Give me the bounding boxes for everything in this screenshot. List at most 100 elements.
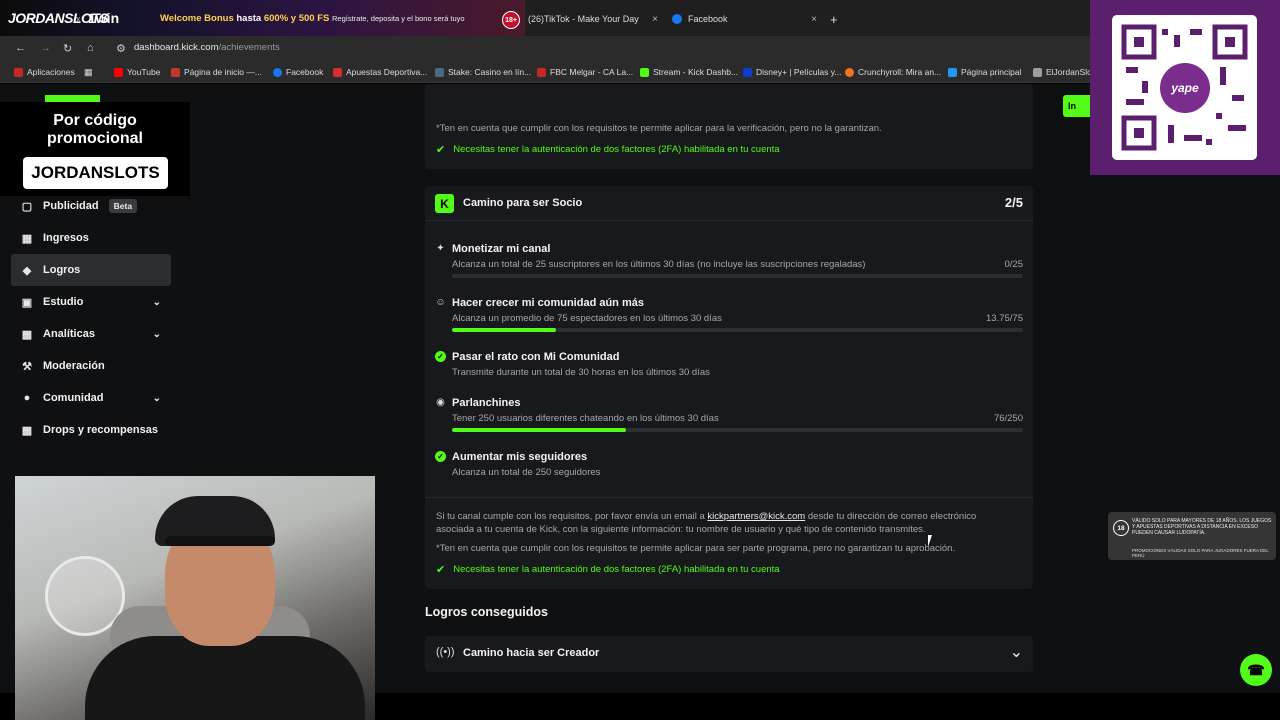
sidebar-item-logros[interactable]: ◆ Logros [11, 254, 171, 286]
sidebar-item-moderacion[interactable]: ⚒ Moderación [11, 350, 171, 382]
chevron-down-icon[interactable]: ⌄ [153, 329, 161, 340]
bookmarks-bar: Aplicaciones ▦ YouTube Página de inicio … [0, 61, 1098, 83]
crunchyroll-icon [845, 67, 854, 77]
trophy-icon: ◆ [22, 264, 32, 277]
card-divider [425, 497, 1033, 498]
headset-icon: ☎ [1247, 661, 1265, 678]
facebook-icon [672, 14, 682, 24]
home-icon[interactable]: ⌂ [87, 42, 94, 54]
sidebar-item-label: Drops y recompensas [43, 424, 158, 436]
tab-tiktok[interactable]: (26)TikTok - Make Your Day × [528, 8, 658, 30]
progress-bar [452, 428, 1023, 432]
check-icon: ✔ [436, 144, 446, 156]
requirement-grow-community: ☺ Hacer crecer mi comunidad aún más Alca… [435, 297, 1023, 333]
bookmark-item[interactable]: Stake: Casino en lín... [435, 67, 531, 77]
bookmark-item[interactable]: Aplicaciones [14, 67, 75, 77]
sidebar-item-estudio[interactable]: ▣ Estudio ⌄ [11, 286, 171, 318]
chevron-down-icon[interactable]: ⌄ [153, 297, 161, 308]
cap-bill-shape [165, 536, 275, 546]
bookmark-item[interactable]: Página de inicio —... [171, 67, 262, 77]
age-18-badge: 18+ [502, 11, 520, 29]
progress-fill [452, 328, 557, 332]
close-icon[interactable]: × [811, 14, 817, 25]
2fa-text: Necesitas tener la autenticación de dos … [453, 564, 780, 575]
users-icon: ☺ [435, 297, 446, 308]
bookmark-item[interactable]: Crunchyroll: Mira an... [845, 67, 941, 77]
check-circle-icon: ✓ [435, 451, 446, 462]
sidebar-item-label: Publicidad [43, 200, 99, 212]
megaphone-icon: ▢ [21, 200, 33, 213]
partner-progress: 2/5 [1004, 195, 1023, 210]
promo-partner-logo: 1win [88, 10, 120, 26]
yape-logo: yape [1160, 63, 1210, 113]
sidebar-item-label: Analíticas [43, 328, 95, 340]
legal-text: Válido solo para mayores de 18 años. Los… [1132, 518, 1272, 536]
chat-bubble-icon: ◉ [436, 397, 445, 408]
support-chat-button[interactable]: ☎ [1240, 654, 1272, 686]
chevron-down-icon[interactable]: ⌄ [153, 393, 161, 404]
bookmark-item[interactable]: Apuestas Deportiva... [333, 67, 427, 77]
kick-icon [640, 67, 649, 77]
bookmark-item[interactable]: ▦ [84, 67, 93, 78]
bookmark-item[interactable]: Stream - Kick Dashb... [640, 67, 738, 77]
verification-note: *Ten en cuenta que cumplir con los requi… [436, 123, 882, 134]
requirement-desc: Alcanza un total de 250 seguidores [452, 467, 601, 478]
legal-disclaimer: 18 Válido solo para mayores de 18 años. … [1108, 512, 1276, 560]
promo-code-overlay: Por código promocional JORDANSLOTS [0, 102, 190, 196]
sidebar-item-label: Ingresos [43, 232, 89, 244]
requirement-monetize: ✦ Monetizar mi canal Alcanza un total de… [435, 243, 1023, 279]
forward-icon[interactable]: → [40, 42, 51, 54]
bookmark-item[interactable]: Disney+ | Películas y... [743, 67, 841, 77]
age-18-badge: 18 [1113, 520, 1129, 536]
achieved-creator-accordion[interactable]: ((•)) Camino hacia ser Creador ⌄ [425, 636, 1033, 672]
tab-title: (26)TikTok - Make Your Day [528, 14, 639, 24]
page-icon [948, 67, 957, 77]
apps-icon [14, 67, 23, 77]
mouse-cursor [928, 535, 936, 547]
sidebar-item-label: Logros [43, 264, 81, 276]
casino-promo-banner: JORDANSLOTS x 1win Welcome Bonus hasta 6… [0, 0, 525, 36]
bookmark-item[interactable]: YouTube [114, 67, 160, 77]
disney-icon [743, 67, 752, 77]
sidebar-item-comunidad[interactable]: ● Comunidad ⌄ [11, 382, 171, 414]
url-field[interactable]: dashboard.kick.com/achievements [134, 42, 280, 53]
community-icon: ● [23, 392, 31, 404]
tab-facebook[interactable]: Facebook × [672, 8, 817, 30]
requirement-desc: Alcanza un promedio de 75 espectadores e… [452, 313, 722, 324]
partner-instructions: Si tu canal cumple con los requisitos, p… [436, 511, 977, 522]
chevron-down-icon[interactable]: ⌄ [1010, 642, 1023, 662]
bookmark-item[interactable]: FBC Melgar - CA La... [537, 67, 633, 77]
promo-code-line1: Por código [53, 112, 137, 129]
bookmark-item[interactable]: Página principal [948, 67, 1021, 77]
kick-logo-icon: K [435, 194, 454, 213]
partner-note: *Ten en cuenta que cumplir con los requi… [436, 543, 956, 554]
promo-bonus-text: Welcome Bonus hasta 600% y 500 FS [160, 13, 330, 24]
bookmark-item[interactable]: Facebook [273, 67, 323, 77]
stake-icon [435, 67, 444, 77]
legal-text-2: Promociones válidas solo para jugadores … [1132, 548, 1269, 558]
promo-code: JORDANSLOTS [23, 157, 168, 189]
sidebar-item-analiticas[interactable]: ▩ Analíticas ⌄ [11, 318, 171, 350]
achieved-section-title: Logros conseguidos [425, 605, 548, 619]
reload-icon[interactable]: ↻ [63, 42, 72, 55]
requirement-title: Parlanchines [452, 397, 521, 409]
site-info-icon[interactable]: ⚙ [116, 42, 126, 55]
grid-icon: ▦ [84, 67, 93, 77]
address-bar: ← → ↻ ⌂ ⚙ dashboard.kick.com/achievement… [0, 36, 1090, 61]
sidebar-item-label: Estudio [43, 296, 84, 308]
qr-code: yape [1112, 15, 1257, 160]
webcam-overlay [15, 476, 375, 720]
stream-button[interactable]: In [1063, 95, 1090, 117]
requirement-followers: ✓ Aumentar mis seguidores Alcanza un tot… [435, 451, 1023, 481]
new-tab-button[interactable]: + [830, 8, 838, 30]
qr-panel: yape [1090, 0, 1280, 175]
sidebar-item-drops[interactable]: ▩ Drops y recompensas [11, 414, 171, 446]
requirement-value: 0/25 [1004, 259, 1024, 270]
progress-bar [452, 274, 1023, 278]
sidebar-item-ingresos[interactable]: ▦ Ingresos [11, 222, 171, 254]
back-icon[interactable]: ← [15, 42, 26, 54]
bookmark-item[interactable]: ElJordanSlots [1033, 67, 1098, 77]
close-icon[interactable]: × [652, 14, 658, 25]
sparkle-icon: ✦ [436, 243, 445, 254]
email-link[interactable]: kickpartners@kick.com [707, 511, 805, 522]
